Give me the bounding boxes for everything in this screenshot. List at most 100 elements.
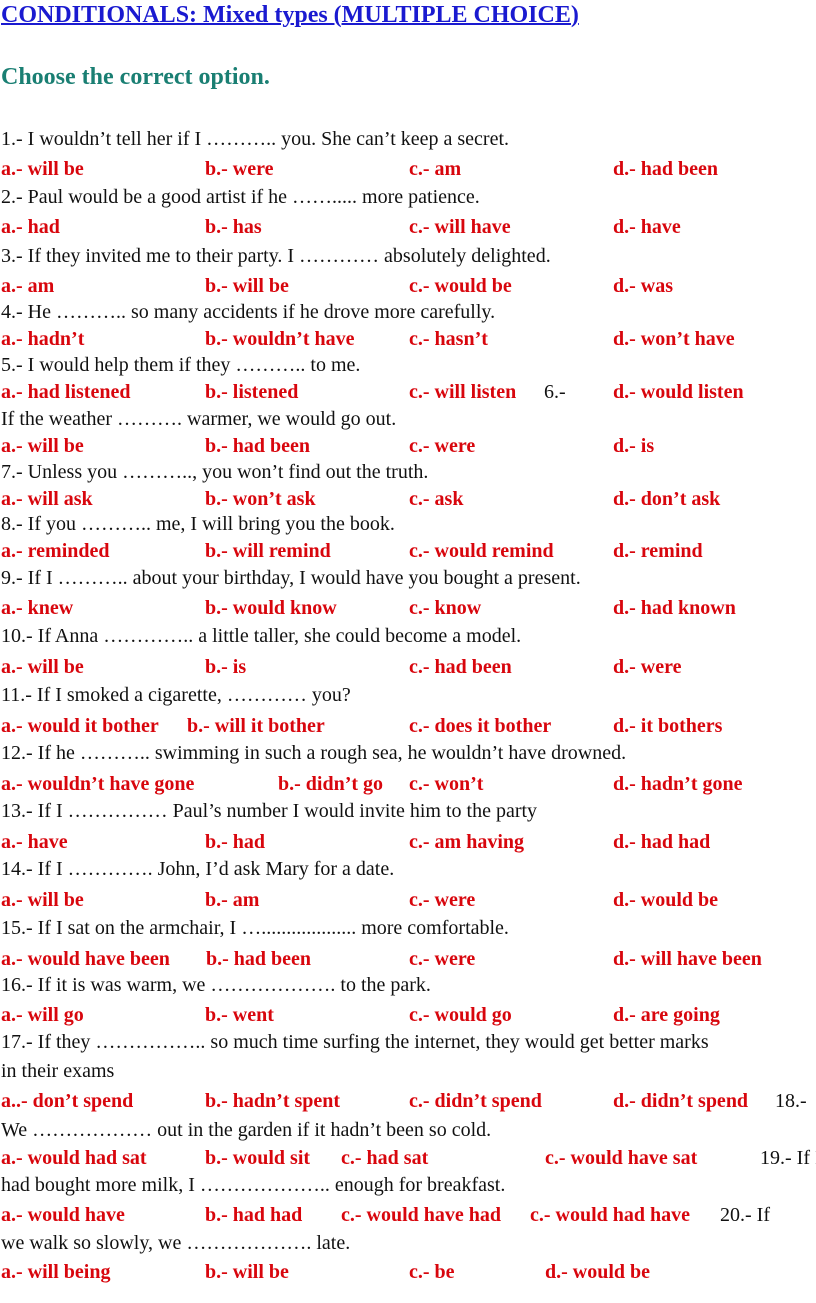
answer-option-c[interactable]: c.- would be: [409, 274, 512, 298]
answer-option-b[interactable]: b.- didn’t go: [278, 772, 383, 796]
answer-option-a[interactable]: a.- would have: [1, 1203, 125, 1227]
answer-option-d[interactable]: d.- were: [613, 655, 682, 679]
question-text: 16.- If it is was warm, we ………………. to th…: [1, 974, 431, 996]
answer-option-c[interactable]: c.- will listen: [409, 380, 516, 404]
answer-option-b[interactable]: b.- will it bother: [187, 714, 325, 738]
next-question-number: 20.- If: [720, 1204, 770, 1226]
answer-option-b[interactable]: b.- went: [205, 1003, 274, 1027]
answer-option-d[interactable]: d.- is: [613, 434, 654, 458]
question-text: 9.- If I ……….. about your birthday, I wo…: [1, 567, 581, 589]
answer-option-d[interactable]: d.- would listen: [613, 380, 744, 404]
answer-option-c[interactable]: c.- am: [409, 157, 461, 181]
answer-option-c[interactable]: c.- would have had: [341, 1203, 501, 1227]
answer-option-b[interactable]: b.- will remind: [205, 539, 331, 563]
answer-option-c[interactable]: c.- would go: [409, 1003, 512, 1027]
answer-option-c[interactable]: c.- know: [409, 596, 481, 620]
next-question-number: 19.- If I: [760, 1147, 816, 1169]
answer-option-d[interactable]: d.- didn’t spend: [613, 1089, 748, 1113]
answer-option-a[interactable]: a.- will ask: [1, 487, 93, 511]
question-text: 10.- If Anna ………….. a little taller, she…: [1, 625, 522, 647]
question-text: 13.- If I …………… Paul’s number I would in…: [1, 800, 538, 822]
question-text: 3.- If they invited me to their party. I…: [1, 245, 551, 267]
answer-option-a[interactable]: a.- will be: [1, 434, 84, 458]
answer-option-c[interactable]: c.- am having: [409, 830, 524, 854]
answer-option-a[interactable]: a.- am: [1, 274, 54, 298]
question-text: 17.- If they …………….. so much time surfin…: [1, 1031, 709, 1053]
answer-option-d[interactable]: d.- was: [613, 274, 673, 298]
answer-option-d[interactable]: c.- would had have: [530, 1203, 690, 1227]
answer-option-b[interactable]: b.- won’t ask: [205, 487, 316, 511]
question-text: we walk so slowly, we ………………. late.: [1, 1232, 351, 1254]
answer-option-a[interactable]: a.- will be: [1, 655, 84, 679]
page-title: CONDITIONALS: Mixed types (MULTIPLE CHOI…: [1, 2, 579, 28]
answer-option-a[interactable]: a.- have: [1, 830, 68, 854]
answer-option-a[interactable]: a.- had: [1, 215, 60, 239]
question-text: 4.- He ……….. so many accidents if he dro…: [1, 301, 496, 323]
answer-option-b[interactable]: b.- listened: [205, 380, 298, 404]
answer-option-a[interactable]: a.- would have been: [1, 947, 170, 971]
answer-option-b[interactable]: b.- had had: [205, 1203, 302, 1227]
answer-option-b[interactable]: b.- would know: [205, 596, 337, 620]
answer-option-a[interactable]: a..- don’t spend: [1, 1089, 133, 1113]
next-question-number: 18.-: [775, 1090, 807, 1112]
answer-option-a[interactable]: a.- had listened: [1, 380, 130, 404]
answer-option-b[interactable]: b.- will be: [205, 1260, 289, 1284]
answer-option-c[interactable]: c.- be: [409, 1260, 455, 1284]
answer-option-b[interactable]: b.- am: [205, 888, 259, 912]
answer-option-b[interactable]: b.- were: [205, 157, 274, 181]
answer-option-c[interactable]: c.- had been: [409, 655, 512, 679]
answer-option-a[interactable]: a.- will go: [1, 1003, 84, 1027]
answer-option-d[interactable]: d.- had had: [613, 830, 710, 854]
answer-option-a[interactable]: a.- wouldn’t have gone: [1, 772, 194, 796]
answer-option-d[interactable]: d.- don’t ask: [613, 487, 720, 511]
answer-option-c[interactable]: c.- does it bother: [409, 714, 551, 738]
answer-option-b[interactable]: b.- has: [205, 215, 262, 239]
answer-option-c[interactable]: c.- would remind: [409, 539, 554, 563]
answer-option-a[interactable]: a.- knew: [1, 596, 73, 620]
answer-option-c[interactable]: c.- didn’t spend: [409, 1089, 542, 1113]
answer-option-c[interactable]: c.- hasn’t: [409, 327, 488, 351]
answer-option-b[interactable]: b.- wouldn’t have: [205, 327, 354, 351]
answer-option-b[interactable]: b.- had been: [205, 434, 310, 458]
answer-option-b[interactable]: b.- will be: [205, 274, 289, 298]
answer-option-a[interactable]: a.- will being: [1, 1260, 110, 1284]
answer-option-a[interactable]: a.- would had sat: [1, 1146, 147, 1170]
question-text: 8.- If you ……….. me, I will bring you th…: [1, 513, 395, 535]
answer-option-c[interactable]: c.- will have: [409, 215, 511, 239]
answer-option-d[interactable]: d.- would be: [613, 888, 718, 912]
answer-option-d[interactable]: d.- had known: [613, 596, 736, 620]
answer-option-d[interactable]: d.- it bothers: [613, 714, 722, 738]
instructions-heading: Choose the correct option.: [1, 64, 270, 90]
answer-option-d[interactable]: d.- have: [613, 215, 681, 239]
answer-option-b[interactable]: b.- had: [205, 830, 265, 854]
answer-option-b[interactable]: b.- is: [205, 655, 246, 679]
answer-option-c[interactable]: c.- were: [409, 434, 475, 458]
answer-option-c[interactable]: c.- ask: [409, 487, 463, 511]
answer-option-a[interactable]: a.- hadn’t: [1, 327, 84, 351]
question-text: 15.- If I sat on the armchair, I …......…: [1, 917, 509, 939]
answer-option-c[interactable]: c.- had sat: [341, 1146, 428, 1170]
answer-option-a[interactable]: a.- reminded: [1, 539, 110, 563]
answer-option-b[interactable]: b.- had been: [206, 947, 311, 971]
answer-option-d[interactable]: d.- would be: [545, 1260, 650, 1284]
answer-option-a[interactable]: a.- will be: [1, 157, 84, 181]
answer-option-c[interactable]: c.- won’t: [409, 772, 483, 796]
answer-option-d[interactable]: d.- won’t have: [613, 327, 735, 351]
question-text: 7.- Unless you ……….., you won’t find out…: [1, 461, 429, 483]
answer-option-c[interactable]: c.- were: [409, 888, 475, 912]
answer-option-b[interactable]: b.- hadn’t spent: [205, 1089, 340, 1113]
answer-option-d[interactable]: c.- would have sat: [545, 1146, 697, 1170]
answer-option-d[interactable]: d.- remind: [613, 539, 703, 563]
answer-option-a[interactable]: a.- would it bother: [1, 714, 159, 738]
answer-option-a[interactable]: a.- will be: [1, 888, 84, 912]
question-text: 2.- Paul would be a good artist if he ………: [1, 186, 480, 208]
question-text: 11.- If I smoked a cigarette, ………… you?: [1, 684, 351, 706]
answer-option-d[interactable]: d.- hadn’t gone: [613, 772, 742, 796]
question-text: 12.- If he ……….. swimming in such a roug…: [1, 742, 627, 764]
answer-option-c[interactable]: c.- were: [409, 947, 475, 971]
answer-option-d[interactable]: d.- are going: [613, 1003, 720, 1027]
question-text: We ……………… out in the garden if it hadn’t…: [1, 1119, 492, 1141]
answer-option-b[interactable]: b.- would sit: [205, 1146, 310, 1170]
answer-option-d[interactable]: d.- will have been: [613, 947, 762, 971]
answer-option-d[interactable]: d.- had been: [613, 157, 718, 181]
